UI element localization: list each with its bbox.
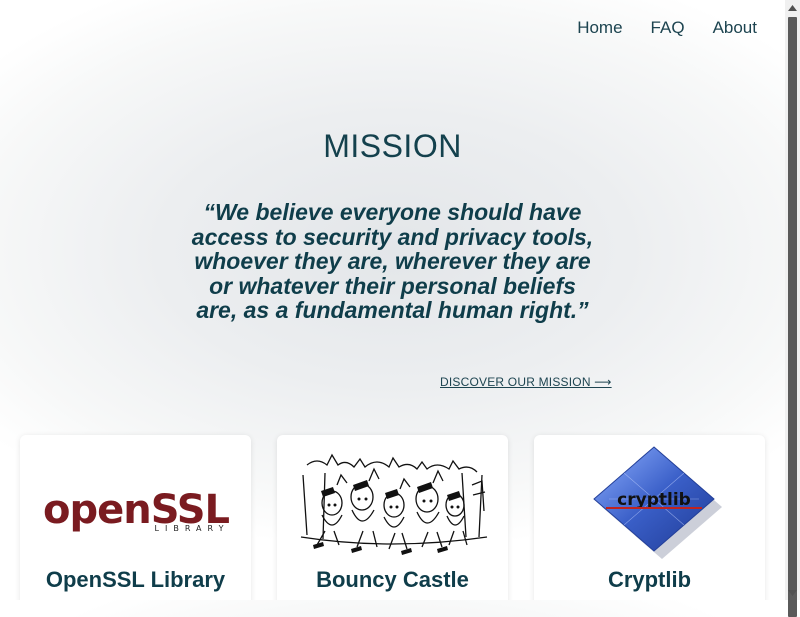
- openssl-card-title: OpenSSL Library: [45, 567, 226, 592]
- mission-heading: MISSION: [323, 128, 462, 164]
- cryptlib-card-title: Cryptlib: [607, 567, 692, 592]
- page: Home FAQ About MISSION “We believe every…: [0, 0, 785, 600]
- cryptlib-logo-icon: cryptlib: [593, 446, 722, 559]
- discover-mission-link[interactable]: DISCOVER OUR MISSION ⟶: [440, 375, 612, 389]
- openssl-logo-icon: openSSL LIBRARY: [43, 487, 231, 533]
- top-nav: Home FAQ About: [577, 18, 757, 38]
- openssl-logo-sub: LIBRARY: [155, 524, 230, 533]
- scroll-up-arrow-icon[interactable]: [785, 0, 800, 15]
- scrollbar-thumb[interactable]: [788, 17, 797, 617]
- vertical-scrollbar[interactable]: [785, 0, 800, 617]
- bouncy-castle-illustration-icon: [300, 453, 488, 555]
- nav-faq-link[interactable]: FAQ: [651, 18, 685, 38]
- openssl-card[interactable]: openSSL LIBRARY OpenSSL Library: [20, 435, 251, 600]
- nav-home-link[interactable]: Home: [577, 18, 622, 38]
- cryptlib-card[interactable]: cryptlib Cryptlib: [534, 435, 765, 600]
- bouncy-castle-card-title: Bouncy Castle: [316, 567, 469, 592]
- bouncy-castle-card[interactable]: Bouncy Castle: [277, 435, 508, 600]
- scroll-down-arrow-icon[interactable]: [785, 585, 800, 600]
- nav-about-link[interactable]: About: [713, 18, 757, 38]
- mission-quote: “We believe everyone should have access …: [191, 199, 594, 324]
